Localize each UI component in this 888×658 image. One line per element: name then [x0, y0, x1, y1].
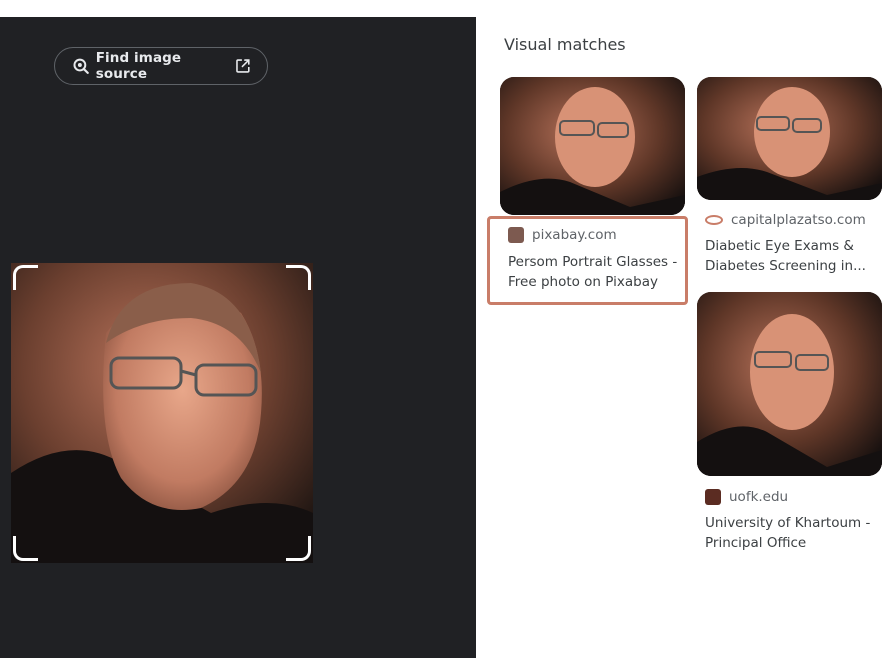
crop-handle-bottom-left[interactable]	[13, 536, 38, 561]
crop-handle-bottom-right[interactable]	[286, 536, 311, 561]
result-title-2[interactable]: Diabetic Eye Exams & Diabetes Screening …	[705, 236, 880, 276]
result-thumbnail-1[interactable]	[500, 77, 685, 215]
result-source-1-label: pixabay.com	[532, 227, 617, 243]
result-thumbnail-3[interactable]	[697, 292, 882, 476]
lens-search-icon	[73, 58, 89, 74]
result-title-1[interactable]: Persom Portrait Glasses - Free photo on …	[508, 252, 678, 292]
crop-handle-top-right[interactable]	[286, 265, 311, 290]
pixabay-favicon	[508, 227, 524, 243]
portrait-photo	[11, 263, 313, 563]
uofk-favicon	[705, 489, 721, 505]
result-source-2[interactable]: capitalplazatso.com	[705, 212, 866, 228]
result-source-2-label: capitalplazatso.com	[731, 212, 866, 228]
cropped-query-image[interactable]	[11, 263, 313, 563]
result-source-3-label: uofk.edu	[729, 489, 789, 505]
find-image-source-label: Find image source	[95, 50, 182, 82]
external-link-icon	[236, 59, 250, 73]
result-source-1[interactable]: pixabay.com	[508, 227, 617, 243]
result-thumbnail-2[interactable]	[697, 77, 882, 200]
capitalplazatso-favicon	[705, 215, 723, 225]
visual-matches-pane: Visual matches pixabay.com Persom Portra…	[476, 17, 888, 658]
result-title-3[interactable]: University of Khartoum - Principal Offic…	[705, 513, 880, 553]
find-image-source-button[interactable]: Find image source	[54, 47, 268, 85]
visual-matches-heading: Visual matches	[504, 35, 626, 54]
result-source-3[interactable]: uofk.edu	[705, 489, 788, 505]
crop-handle-top-left[interactable]	[13, 265, 38, 290]
top-bar	[0, 0, 888, 17]
